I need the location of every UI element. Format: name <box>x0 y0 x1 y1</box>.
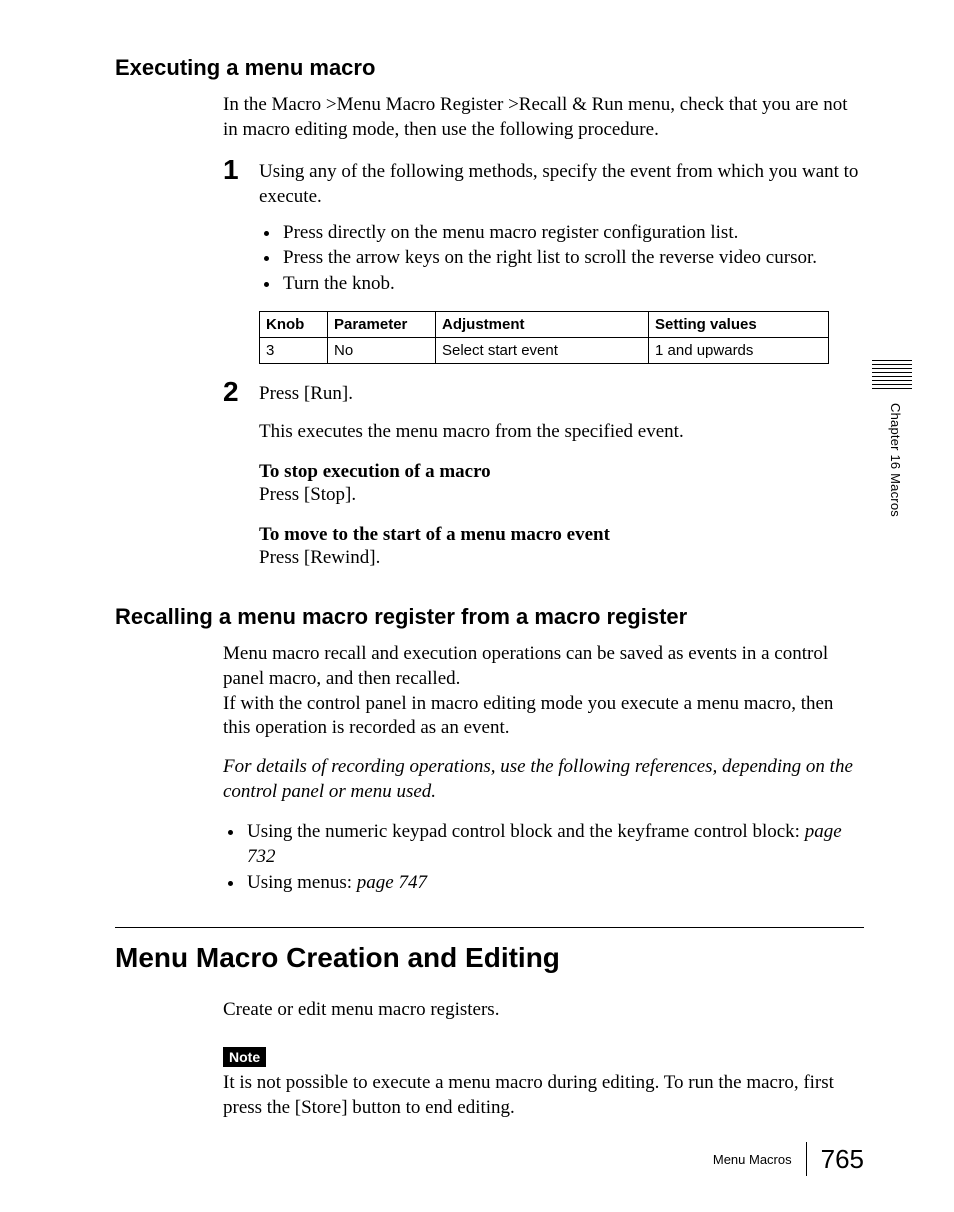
sub-text-stop: Press [Stop]. <box>259 483 864 508</box>
th-parameter: Parameter <box>328 311 436 337</box>
step-text: Using any of the following methods, spec… <box>259 160 864 209</box>
step-number: 1 <box>223 154 239 186</box>
parameter-table: Knob Parameter Adjustment Setting values… <box>259 311 829 364</box>
list-item: Using menus: page 747 <box>245 870 864 896</box>
heading-executing-macro: Executing a menu macro <box>115 55 864 81</box>
note-text: It is not possible to execute a menu mac… <box>223 1071 864 1120</box>
document-page: Executing a menu macro In the Macro >Men… <box>0 0 954 1212</box>
footer-title: Menu Macros <box>713 1152 792 1167</box>
step-2-after: This executes the menu macro from the sp… <box>259 420 864 445</box>
step-number: 2 <box>223 376 239 408</box>
chapter-label: Chapter 16 Macros <box>888 403 903 517</box>
list-item: Press the arrow keys on the right list t… <box>281 245 864 271</box>
heading-creation-editing: Menu Macro Creation and Editing <box>115 942 864 974</box>
footer-divider <box>806 1142 807 1176</box>
td-setting: 1 and upwards <box>649 337 829 363</box>
step-2: 2 Press [Run]. This executes the menu ma… <box>223 382 864 571</box>
sub-text-move: Press [Rewind]. <box>259 546 864 571</box>
paragraph: Create or edit menu macro registers. <box>223 998 864 1023</box>
table-row: 3 No Select start event 1 and upwards <box>260 337 829 363</box>
italic-paragraph: For details of recording operations, use… <box>223 755 864 804</box>
section-divider <box>115 927 864 928</box>
step-1: 1 Using any of the following methods, sp… <box>223 160 864 296</box>
page-ref[interactable]: page 747 <box>357 872 427 893</box>
intro-paragraph: In the Macro >Menu Macro Register >Recal… <box>223 93 864 142</box>
th-setting: Setting values <box>649 311 829 337</box>
td-adjustment: Select start event <box>436 337 649 363</box>
th-knob: Knob <box>260 311 328 337</box>
sub-heading-stop: To stop execution of a macro <box>259 461 864 483</box>
list-item: Press directly on the menu macro registe… <box>281 220 864 246</box>
list-item: Turn the knob. <box>281 271 864 297</box>
heading-recalling-macro: Recalling a menu macro register from a m… <box>115 604 864 630</box>
sub-heading-move: To move to the start of a menu macro eve… <box>259 524 864 546</box>
th-adjustment: Adjustment <box>436 311 649 337</box>
td-knob: 3 <box>260 337 328 363</box>
paragraph: If with the control panel in macro editi… <box>223 692 864 741</box>
step-1-bullets: Press directly on the menu macro registe… <box>259 220 864 297</box>
side-tab: Chapter 16 Macros <box>872 360 912 517</box>
list-item: Using the numeric keypad control block a… <box>245 819 864 870</box>
step-text: Press [Run]. <box>259 382 864 407</box>
ref-text: Using the numeric keypad control block a… <box>247 821 805 842</box>
page-footer: Menu Macros 765 <box>713 1142 864 1176</box>
reference-list: Using the numeric keypad control block a… <box>223 819 864 896</box>
paragraph: Menu macro recall and execution operatio… <box>223 642 864 691</box>
note-label: Note <box>223 1047 266 1067</box>
page-number: 765 <box>821 1144 864 1175</box>
ref-text: Using menus: <box>247 872 357 893</box>
tab-lines-icon <box>872 360 912 389</box>
td-parameter: No <box>328 337 436 363</box>
